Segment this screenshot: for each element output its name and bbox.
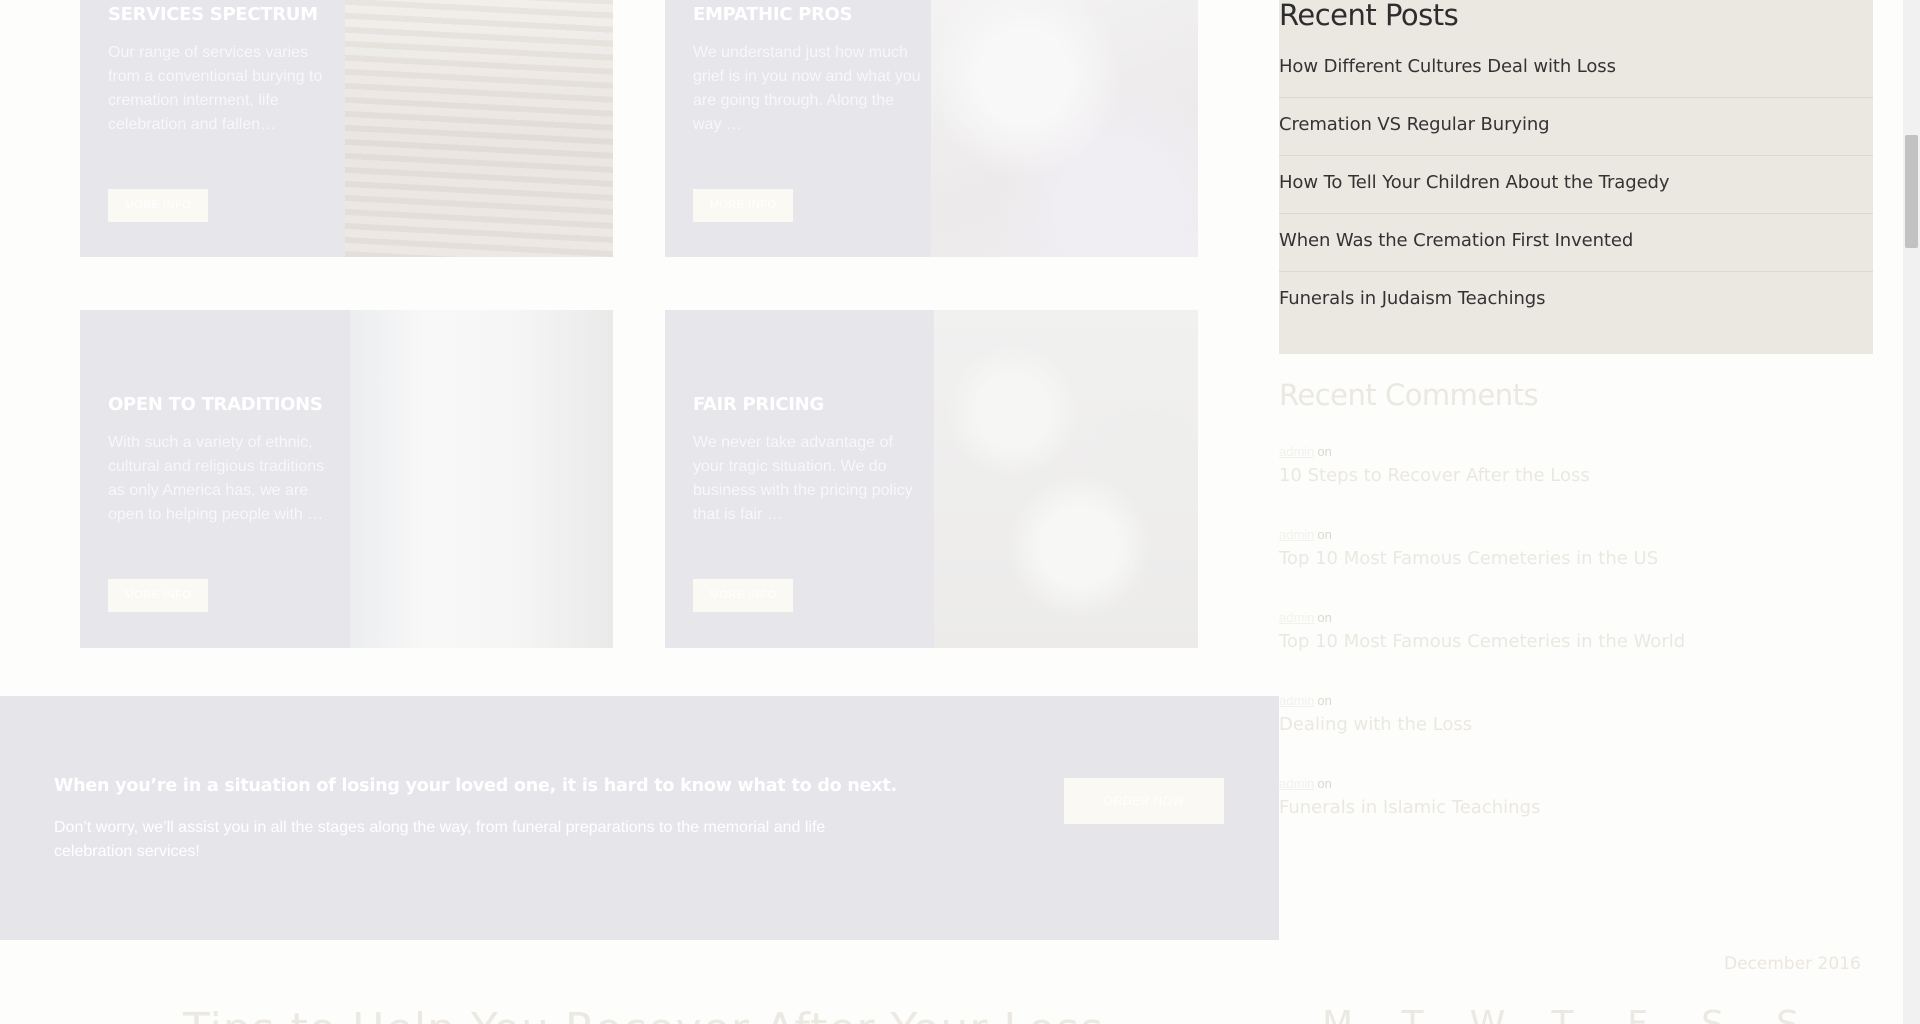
calendar-weekday: S [1675,1004,1750,1024]
recent-posts-widget: Recent Posts How Different Cultures Deal… [1279,0,1873,354]
calendar-weekday: T [1525,1004,1600,1024]
section-heading: Tips to Help You Recover After Your Loss [183,1004,1104,1024]
comment-on-label: on [1317,610,1332,625]
service-card-title: EMPATHIC PROS [693,4,853,25]
calendar-weekday: W [1450,1004,1525,1024]
comment-item: admin on Top 10 Most Famous Cemeteries in… [1279,527,1658,569]
service-card: EMPATHIC PROS We understand just how muc… [665,0,1198,257]
comment-item: admin on Top 10 Most Famous Cemeteries in… [1279,610,1685,652]
list-item: How Different Cultures Deal with Loss [1279,40,1873,98]
more-info-button[interactable]: MORE INFO [108,189,208,222]
comment-post-link[interactable]: Top 10 Most Famous Cemeteries in the US [1279,548,1658,569]
recent-posts-title: Recent Posts [1279,0,1459,32]
calendar-weekday-header: M T W T F S S [1300,1004,1825,1024]
service-card-description: Our range of services varies from a conv… [108,44,323,133]
calendar-weekday: M [1300,1004,1375,1024]
cta-banner: When you’re in a situation of losing you… [0,696,1279,940]
casket-photo [345,0,613,257]
comment-author-link[interactable]: admin [1279,444,1314,459]
calendar-weekday: S [1750,1004,1825,1024]
service-card-description: We never take advantage of your tragic s… [693,434,913,523]
service-card: OPEN TO TRADITIONS With such a variety o… [80,310,613,648]
service-card-title: FAIR PRICING [693,394,824,415]
calendar-weekday: F [1600,1004,1675,1024]
comment-item: admin on 10 Steps to Recover After the Lo… [1279,444,1590,486]
cta-title: When you’re in a situation of losing you… [54,776,897,796]
cta-text: Don’t worry, we’ll assist you in all the… [54,819,826,860]
list-item: When Was the Cremation First Invented [1279,214,1873,272]
recent-posts-list: How Different Cultures Deal with Loss Cr… [1279,40,1873,330]
comment-post-link[interactable]: 10 Steps to Recover After the Loss [1279,465,1590,486]
scrollbar-thumb[interactable] [1905,135,1918,248]
comment-author-link[interactable]: admin [1279,693,1314,708]
comment-on-label: on [1317,776,1332,791]
recent-post-link[interactable]: When Was the Cremation First Invented [1279,230,1633,251]
service-card-title: SERVICES SPECTRUM [108,4,318,25]
recent-post-link[interactable]: Funerals in Judaism Teachings [1279,288,1545,309]
calendar-weekday: T [1375,1004,1450,1024]
order-now-button[interactable]: ORDER NOW [1064,778,1224,824]
page-scrollbar[interactable] [1903,0,1920,1024]
comment-item: admin on Dealing with the Loss [1279,693,1472,735]
comment-post-link[interactable]: Dealing with the Loss [1279,714,1472,735]
comment-post-link[interactable]: Funerals in Islamic Teachings [1279,797,1540,818]
recent-comments-title: Recent Comments [1279,378,1539,412]
service-card: SERVICES SPECTRUM Our range of services … [80,0,613,257]
service-card: FAIR PRICING We never take advantage of … [665,310,1198,648]
service-card-description: With such a variety of ethnic, cultural … [108,434,325,523]
more-info-button[interactable]: MORE INFO [693,579,793,612]
recent-post-link[interactable]: How Different Cultures Deal with Loss [1279,56,1616,77]
comment-author-link[interactable]: admin [1279,527,1314,542]
recent-post-link[interactable]: Cremation VS Regular Burying [1279,114,1550,135]
comment-item: admin on Funerals in Islamic Teachings [1279,776,1540,818]
comment-author-link[interactable]: admin [1279,610,1314,625]
list-item: How To Tell Your Children About the Trag… [1279,156,1873,214]
comment-on-label: on [1317,693,1332,708]
list-item: Cremation VS Regular Burying [1279,98,1873,156]
white-roses-photo [934,310,1198,648]
comment-on-label: on [1317,527,1332,542]
service-card-description: We understand just how much grief is in … [693,44,921,133]
angel-statue-photo [931,0,1198,257]
comment-post-link[interactable]: Top 10 Most Famous Cemeteries in the Wor… [1279,631,1685,652]
calendar-caption: December 2016 [1724,954,1861,974]
more-info-button[interactable]: MORE INFO [693,189,793,222]
list-item: Funerals in Judaism Teachings [1279,272,1873,330]
church-photo [350,310,613,648]
more-info-button[interactable]: MORE INFO [108,579,208,612]
service-card-title: OPEN TO TRADITIONS [108,394,323,415]
comment-author-link[interactable]: admin [1279,776,1314,791]
recent-post-link[interactable]: How To Tell Your Children About the Trag… [1279,172,1670,193]
comment-on-label: on [1317,444,1332,459]
